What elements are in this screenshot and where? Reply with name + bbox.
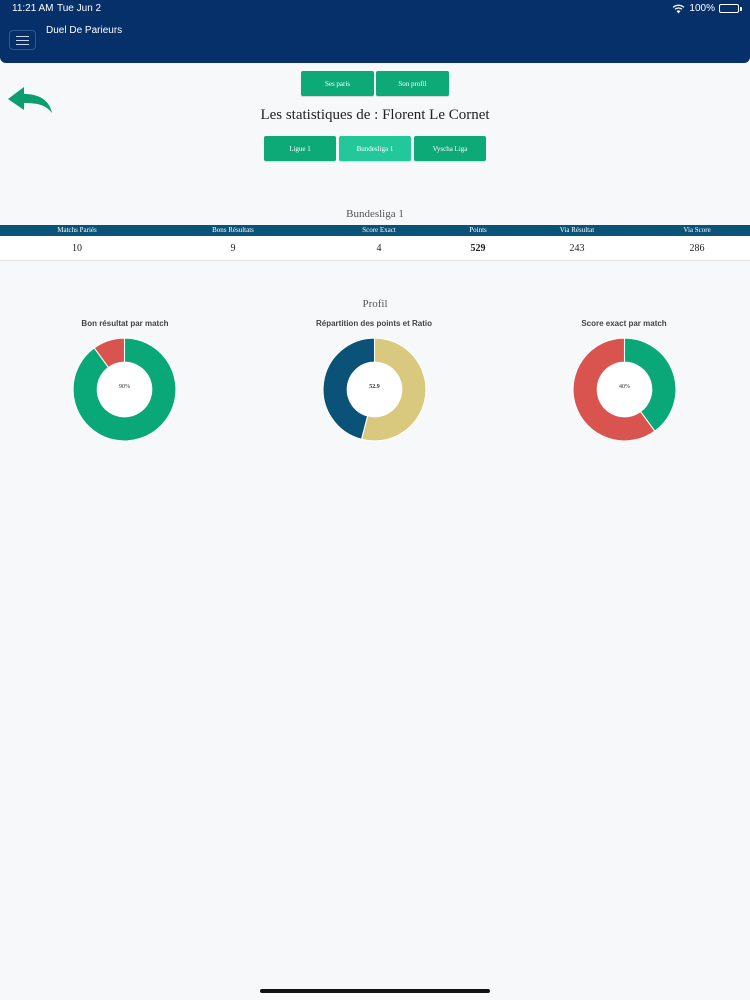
value-bons-resultats: 9 [230,243,236,254]
hamburger-icon[interactable] [9,30,36,50]
header-via-resultat: Via Résultat [559,226,595,234]
status-indicators: 100% [672,3,742,14]
table-row: 10 9 4 529 243 286 [0,236,750,261]
son-profil-button[interactable]: Son profil [376,71,449,96]
chart-title-score-exact: Score exact par match [581,319,667,328]
chart-title-bon-resultat: Bon résultat par match [81,319,169,328]
battery-icon [719,4,742,13]
page-title: Les statistiques de : Florent Le Cornet [260,107,490,123]
value-via-resultat: 243 [569,243,585,254]
battery-percent: 100% [689,3,715,14]
value-via-score: 286 [689,243,705,254]
value-points: 529 [470,243,486,254]
header-via-score: Via Score [683,226,711,234]
value-score-exact: 4 [376,243,382,254]
header-score-exact: Score Exact [362,226,396,234]
status-date: Tue Jun 2 [57,3,102,14]
stats-table-header: Matchs Pariés Bons Résultats Score Exact… [0,225,750,236]
header-matchs-paries: Matchs Pariés [57,226,97,234]
header-bons-resultats: Bons Résultats [212,226,254,234]
home-indicator[interactable] [260,989,490,993]
tab-ligue-1[interactable]: Ligue 1 [264,136,336,161]
chart-title-repartition: Répartition des points et Ratio [315,319,432,328]
app-header: 11:21 AM Tue Jun 2 100% Duel De Parieurs [0,0,750,63]
header-points: Points [469,226,487,234]
tab-vyscha-liga[interactable]: Vyscha Liga [414,136,486,161]
tab-bundesliga-1[interactable]: Bundesliga 1 [339,136,411,161]
status-time: 11:21 AM [12,3,54,14]
ses-paris-button[interactable]: Ses paris [301,71,374,96]
value-matchs-paries: 10 [72,243,82,254]
profil-title: Profil [362,298,388,310]
wifi-icon [673,4,685,13]
donut-center-label: 40% [619,384,630,390]
donut-center-label: 90% [119,384,130,390]
league-title: Bundesliga 1 [346,208,404,220]
donut-center-label: 52.9 [369,384,380,390]
app-title: Duel De Parieurs [46,25,123,36]
